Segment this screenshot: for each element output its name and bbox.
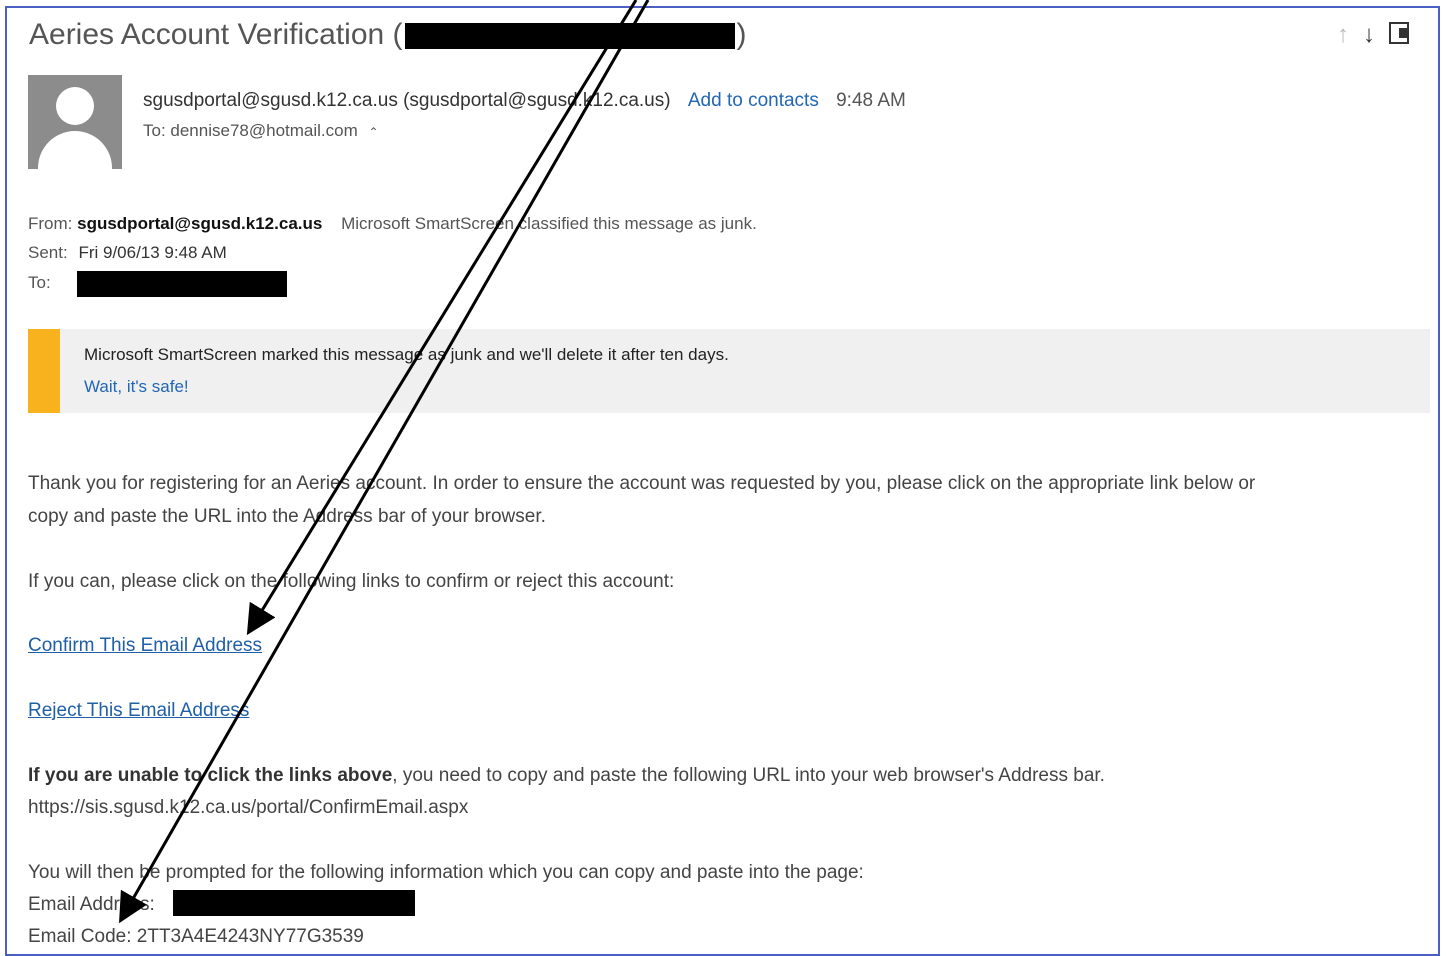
- arrow-to-confirm-link: [246, 0, 638, 636]
- annotation-arrows: [119, 0, 650, 924]
- arrow-to-email-code: [119, 0, 650, 924]
